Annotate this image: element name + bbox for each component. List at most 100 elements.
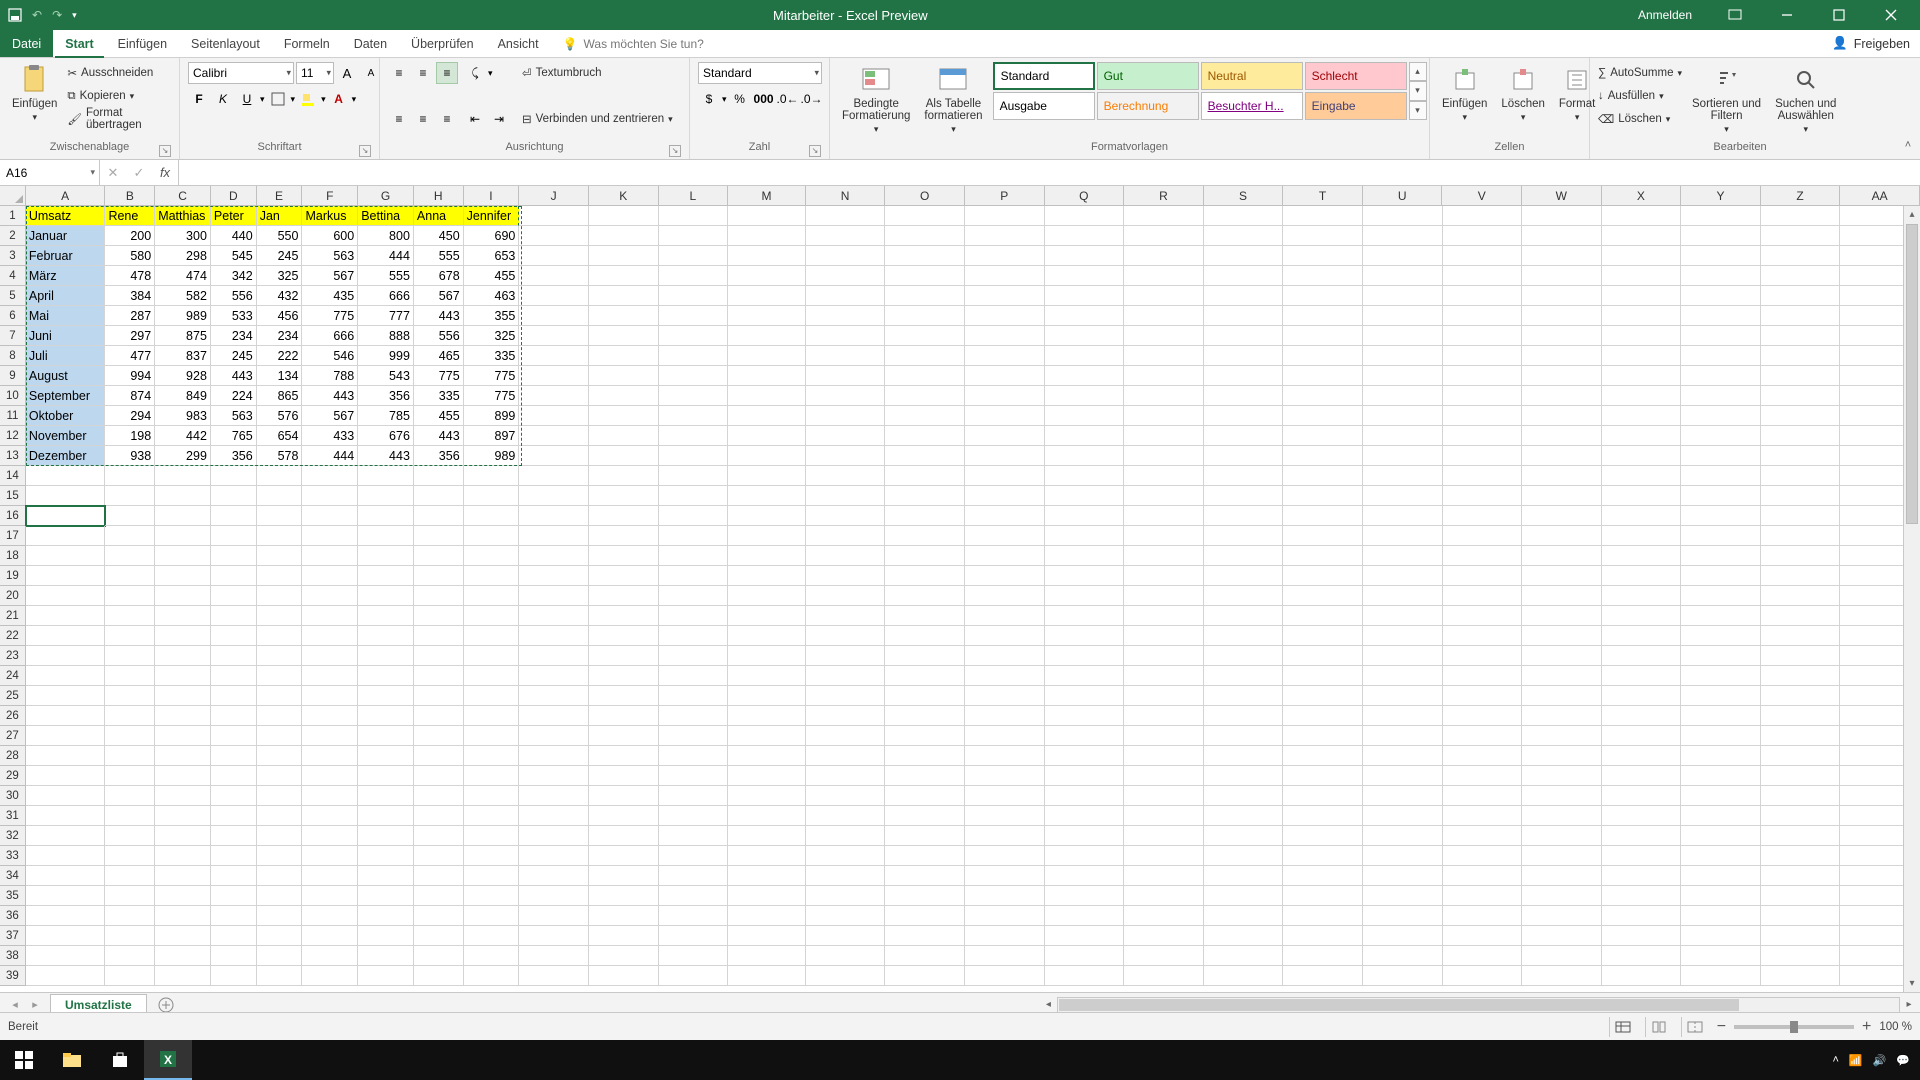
row-header[interactable]: 29	[0, 766, 26, 786]
cell[interactable]	[105, 926, 155, 946]
cell[interactable]	[105, 506, 155, 526]
fill-color-icon[interactable]	[297, 88, 319, 110]
cell[interactable]	[519, 966, 589, 986]
cell[interactable]	[1124, 666, 1204, 686]
cell[interactable]	[1283, 746, 1363, 766]
style-standard[interactable]: Standard	[993, 62, 1095, 90]
cell[interactable]	[885, 886, 965, 906]
cell[interactable]	[414, 966, 464, 986]
column-header[interactable]: Q	[1045, 186, 1125, 205]
cell[interactable]	[1522, 206, 1602, 226]
cell[interactable]	[728, 546, 806, 566]
cell[interactable]	[965, 306, 1045, 326]
decrease-font-icon[interactable]: A	[360, 62, 382, 84]
cell[interactable]	[464, 606, 520, 626]
cell[interactable]: Januar	[26, 226, 106, 246]
cell[interactable]	[1283, 566, 1363, 586]
cell[interactable]: 444	[302, 446, 358, 466]
cell[interactable]	[211, 866, 257, 886]
cell[interactable]: 678	[414, 266, 464, 286]
cell[interactable]	[1124, 266, 1204, 286]
cell[interactable]	[1522, 366, 1602, 386]
cell[interactable]: 443	[414, 306, 464, 326]
cell[interactable]	[1045, 266, 1125, 286]
cell[interactable]	[1602, 526, 1682, 546]
cell[interactable]	[1522, 726, 1602, 746]
cell[interactable]	[1522, 926, 1602, 946]
cell[interactable]	[589, 206, 659, 226]
cell[interactable]	[464, 646, 520, 666]
cell[interactable]	[728, 766, 806, 786]
gallery-up-icon[interactable]: ▴	[1409, 62, 1427, 81]
cell[interactable]: 325	[464, 326, 520, 346]
cell[interactable]	[211, 926, 257, 946]
cell[interactable]	[806, 946, 886, 966]
cell[interactable]	[806, 326, 886, 346]
align-top-icon[interactable]: ≡	[388, 62, 410, 84]
cell[interactable]	[659, 426, 729, 446]
cell[interactable]	[1045, 546, 1125, 566]
excel-taskbar-icon[interactable]: X	[144, 1040, 192, 1080]
cell[interactable]	[1124, 626, 1204, 646]
bold-icon[interactable]: F	[188, 88, 210, 110]
cell[interactable]	[659, 826, 729, 846]
cell[interactable]	[1204, 246, 1284, 266]
cell[interactable]	[1124, 546, 1204, 566]
cell[interactable]	[1761, 506, 1841, 526]
cell[interactable]	[302, 706, 358, 726]
cell[interactable]	[885, 806, 965, 826]
column-header[interactable]: J	[519, 186, 589, 205]
cell[interactable]	[211, 826, 257, 846]
zoom-in-icon[interactable]: +	[1862, 1018, 1871, 1036]
cell[interactable]: 298	[155, 246, 211, 266]
style-berechnung[interactable]: Berechnung	[1097, 92, 1199, 120]
cell[interactable]	[464, 846, 520, 866]
cell[interactable]	[1681, 886, 1761, 906]
cell[interactable]	[1602, 606, 1682, 626]
cell[interactable]	[257, 946, 303, 966]
cell[interactable]	[211, 666, 257, 686]
cell[interactable]	[1443, 326, 1523, 346]
cell[interactable]: 874	[105, 386, 155, 406]
cell[interactable]	[464, 526, 520, 546]
cell[interactable]	[1363, 486, 1443, 506]
cell[interactable]	[1522, 506, 1602, 526]
cell[interactable]	[1363, 666, 1443, 686]
cell[interactable]	[589, 966, 659, 986]
cell[interactable]	[211, 746, 257, 766]
cell[interactable]	[1681, 366, 1761, 386]
cell[interactable]	[589, 246, 659, 266]
cell[interactable]	[1522, 746, 1602, 766]
cell[interactable]	[155, 566, 211, 586]
cell[interactable]	[1363, 766, 1443, 786]
cell[interactable]	[728, 386, 806, 406]
cell[interactable]	[1204, 786, 1284, 806]
cell[interactable]	[519, 906, 589, 926]
cell[interactable]	[728, 446, 806, 466]
cell[interactable]	[414, 786, 464, 806]
cell[interactable]	[728, 666, 806, 686]
cell[interactable]: 442	[155, 426, 211, 446]
cell[interactable]: Matthias	[155, 206, 211, 226]
cell[interactable]	[965, 846, 1045, 866]
cell[interactable]	[885, 506, 965, 526]
cell[interactable]	[806, 646, 886, 666]
cell[interactable]	[155, 906, 211, 926]
cell[interactable]	[659, 586, 729, 606]
column-header[interactable]: G	[358, 186, 414, 205]
cell[interactable]	[1443, 726, 1523, 746]
increase-font-icon[interactable]: A	[336, 62, 358, 84]
cell[interactable]	[1124, 606, 1204, 626]
cell[interactable]	[155, 646, 211, 666]
cell[interactable]	[1602, 286, 1682, 306]
cell[interactable]	[1283, 606, 1363, 626]
column-header[interactable]: E	[257, 186, 303, 205]
tab-view[interactable]: Ansicht	[486, 30, 551, 57]
cell[interactable]	[414, 466, 464, 486]
cell[interactable]	[1045, 866, 1125, 886]
cell[interactable]	[1761, 526, 1841, 546]
cell[interactable]	[885, 746, 965, 766]
cell[interactable]	[1283, 626, 1363, 646]
cell[interactable]: 450	[414, 226, 464, 246]
cell[interactable]	[589, 786, 659, 806]
